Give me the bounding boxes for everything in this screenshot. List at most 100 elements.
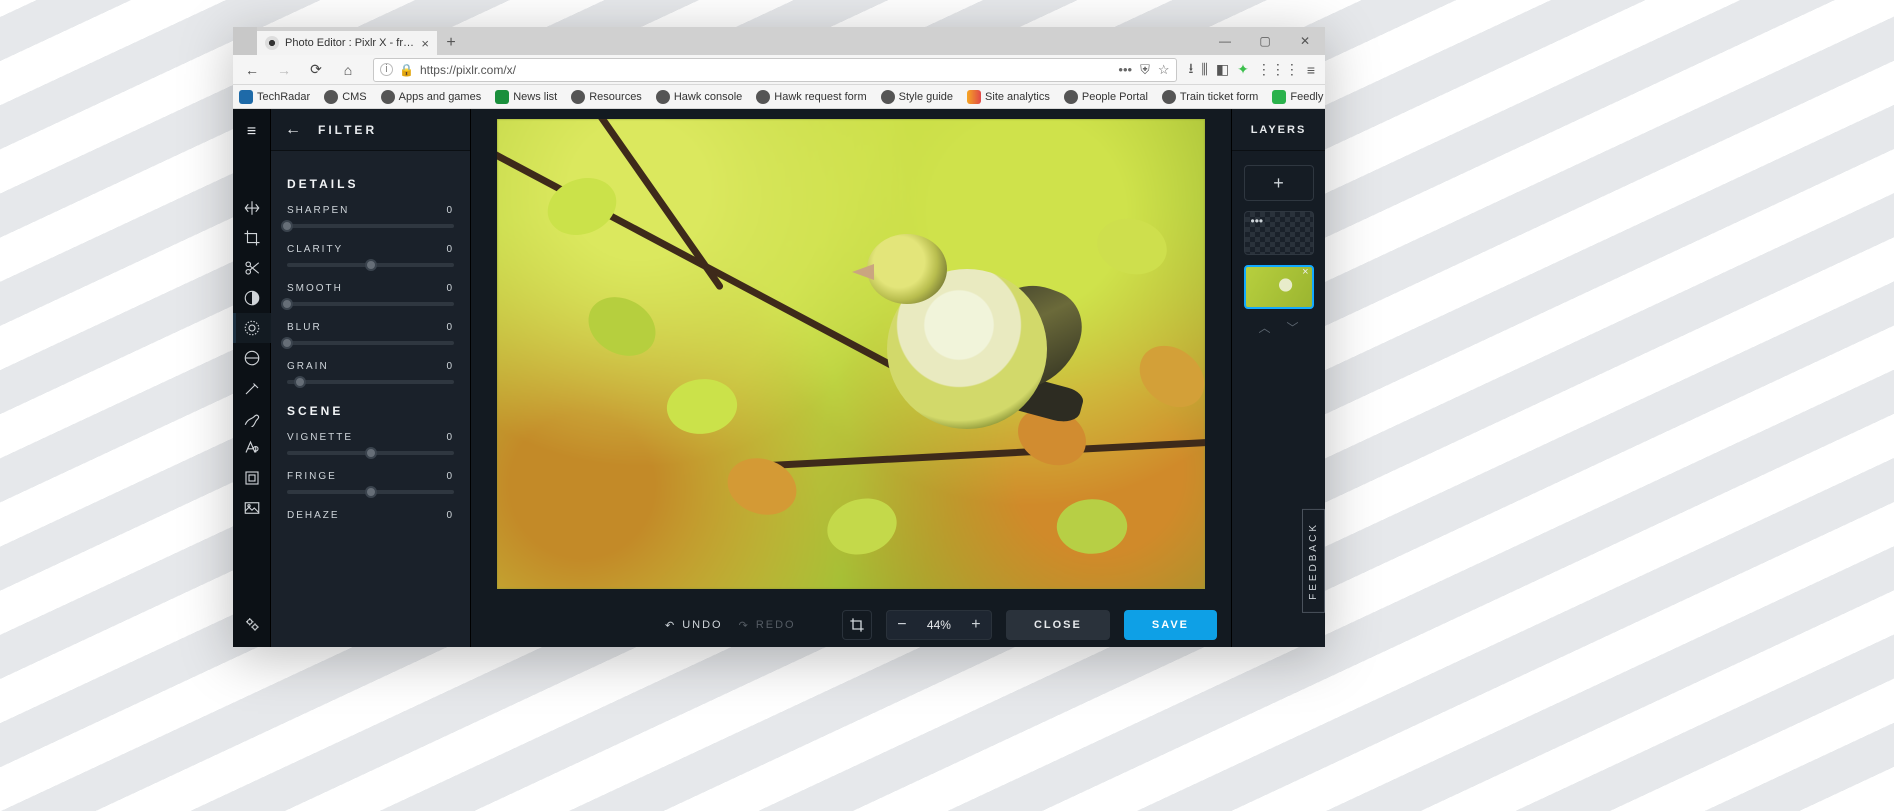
bookmark-cms[interactable]: CMS bbox=[324, 90, 366, 104]
nav-forward-button[interactable]: → bbox=[271, 57, 297, 83]
lock-icon: 🔒 bbox=[399, 63, 414, 77]
nav-back-button[interactable]: ← bbox=[239, 57, 265, 83]
browser-nav-bar: ← → ⟳ ⌂ i 🔒 https://pixlr.com/x/ ••• ⛨ ☆… bbox=[233, 55, 1325, 85]
dehaze-value: 0 bbox=[446, 510, 454, 521]
window-close-button[interactable]: ✕ bbox=[1285, 27, 1325, 55]
sharpen-label: SHARPEN bbox=[287, 205, 349, 216]
canvas-stage[interactable] bbox=[471, 109, 1231, 603]
url-right-icons: ••• ⛨ ☆ bbox=[1118, 62, 1169, 78]
clarity-thumb[interactable] bbox=[365, 259, 377, 271]
effect-tool-icon[interactable] bbox=[233, 343, 271, 373]
fringe-label: FRINGE bbox=[287, 471, 337, 482]
blur-thumb[interactable] bbox=[281, 337, 293, 349]
undo-button[interactable]: ↶UNDO bbox=[665, 619, 723, 632]
fringe-slider[interactable]: FRINGE 0 bbox=[287, 471, 454, 494]
clarity-label: CLARITY bbox=[287, 244, 343, 255]
nav-reload-button[interactable]: ⟳ bbox=[303, 57, 329, 83]
downloads-icon[interactable]: ⭳ bbox=[1189, 58, 1194, 82]
bookmark-apps-and-games[interactable]: Apps and games bbox=[381, 90, 482, 104]
reader-icon[interactable]: ⛨ bbox=[1140, 62, 1150, 78]
zoom-control: − 44% + bbox=[886, 610, 992, 640]
bookmark-techradar[interactable]: TechRadar bbox=[239, 90, 310, 104]
grid-ext-icon[interactable]: ⋮⋮⋮ bbox=[1257, 61, 1299, 78]
fringe-value: 0 bbox=[446, 471, 454, 482]
liquify-tool-icon[interactable] bbox=[233, 373, 271, 403]
toolbar-right: ⭳ ⫼ ◧ ✦ ⋮⋮⋮ ≡ bbox=[1189, 58, 1320, 82]
feedback-button[interactable]: FEEDBACK bbox=[1302, 509, 1325, 613]
preferences-icon[interactable] bbox=[233, 609, 271, 639]
zoom-in-button[interactable]: + bbox=[961, 610, 991, 640]
bookmark-news-list[interactable]: News list bbox=[495, 90, 557, 104]
fit-screen-button[interactable] bbox=[842, 610, 872, 640]
element-tool-icon[interactable] bbox=[233, 463, 271, 493]
url-bar[interactable]: i 🔒 https://pixlr.com/x/ ••• ⛨ ☆ bbox=[373, 58, 1177, 82]
window-controls: — ▢ ✕ bbox=[1205, 27, 1325, 55]
layer-thumb-image[interactable] bbox=[1244, 265, 1314, 309]
sharpen-slider[interactable]: SHARPEN0 bbox=[287, 205, 454, 228]
zoom-out-button[interactable]: − bbox=[887, 610, 917, 640]
layer-up-icon[interactable]: ︿ bbox=[1258, 319, 1270, 336]
bookmark-site-analytics[interactable]: Site analytics bbox=[967, 90, 1050, 104]
filter-back-button[interactable]: ← bbox=[285, 121, 304, 139]
smooth-label: SMOOTH bbox=[287, 283, 343, 294]
browser-tab[interactable]: Photo Editor : Pixlr X - free im… × bbox=[257, 31, 437, 55]
filter-tool-icon[interactable] bbox=[233, 313, 271, 343]
draw-tool-icon[interactable] bbox=[233, 403, 271, 433]
add-layer-button[interactable]: + bbox=[1244, 165, 1314, 201]
dehaze-slider[interactable]: DEHAZE0 bbox=[287, 510, 454, 521]
crop-tool-icon[interactable] bbox=[233, 223, 271, 253]
bookmark-style-guide[interactable]: Style guide bbox=[881, 90, 953, 104]
canvas-image[interactable] bbox=[497, 119, 1205, 589]
grain-thumb[interactable] bbox=[294, 376, 306, 388]
layer-down-icon[interactable]: ﹀ bbox=[1287, 319, 1299, 336]
arrange-tool-icon[interactable] bbox=[233, 193, 271, 223]
adjust-tool-icon[interactable] bbox=[233, 283, 271, 313]
tab-strip: Photo Editor : Pixlr X - free im… × + — … bbox=[233, 27, 1325, 55]
vignette-slider[interactable]: VIGNETTE0 bbox=[287, 432, 454, 455]
layer-thumb-empty[interactable] bbox=[1244, 211, 1314, 255]
pixlr-app: ≡ ← FILTER DETAILS SHARPEN0 bbox=[233, 109, 1325, 647]
undo-icon: ↶ bbox=[665, 619, 676, 632]
bookmark-resources[interactable]: Resources bbox=[571, 90, 642, 104]
bookmark-train-ticket[interactable]: Train ticket form bbox=[1162, 90, 1258, 104]
app-menu-icon[interactable]: ≡ bbox=[1307, 62, 1315, 78]
smooth-thumb[interactable] bbox=[281, 298, 293, 310]
sidebar-icon[interactable]: ◧ bbox=[1216, 61, 1229, 78]
site-info-icon[interactable]: i bbox=[380, 63, 393, 76]
scene-section-title: SCENE bbox=[287, 404, 454, 418]
page-actions-icon[interactable]: ••• bbox=[1118, 62, 1132, 78]
bookmark-hawk-request[interactable]: Hawk request form bbox=[756, 90, 866, 104]
new-tab-button[interactable]: + bbox=[437, 31, 465, 55]
extension-icon[interactable]: ✦ bbox=[1237, 61, 1249, 78]
fringe-thumb[interactable] bbox=[365, 486, 377, 498]
redo-button[interactable]: ↷REDO bbox=[739, 619, 796, 632]
bookmark-star-icon[interactable]: ☆ bbox=[1158, 62, 1170, 78]
bookmark-people-portal[interactable]: People Portal bbox=[1064, 90, 1148, 104]
blur-slider[interactable]: BLUR0 bbox=[287, 322, 454, 345]
tab-favicon-icon bbox=[265, 36, 279, 50]
vignette-thumb[interactable] bbox=[365, 447, 377, 459]
tab-close-icon[interactable]: × bbox=[421, 36, 429, 51]
smooth-slider[interactable]: SMOOTH0 bbox=[287, 283, 454, 306]
text-tool-icon[interactable] bbox=[233, 433, 271, 463]
clarity-slider[interactable]: CLARITY0 bbox=[287, 244, 454, 267]
close-button[interactable]: CLOSE bbox=[1006, 610, 1110, 640]
library-icon[interactable]: ⫼ bbox=[1201, 61, 1207, 78]
window-minimize-button[interactable]: — bbox=[1205, 27, 1245, 55]
grain-slider[interactable]: GRAIN0 bbox=[287, 361, 454, 384]
filter-panel: ← FILTER DETAILS SHARPEN0 CLARITY0 SMOOT… bbox=[271, 109, 471, 647]
image-tool-icon[interactable] bbox=[233, 493, 271, 523]
save-button[interactable]: SAVE bbox=[1124, 610, 1217, 640]
sharpen-thumb[interactable] bbox=[281, 220, 293, 232]
window-maximize-button[interactable]: ▢ bbox=[1245, 27, 1285, 55]
bookmarks-bar: TechRadar CMS Apps and games News list R… bbox=[233, 85, 1325, 109]
bookmark-hawk-console[interactable]: Hawk console bbox=[656, 90, 742, 104]
nav-home-button[interactable]: ⌂ bbox=[335, 57, 361, 83]
hamburger-menu-icon[interactable]: ≡ bbox=[247, 117, 256, 159]
grain-value: 0 bbox=[446, 361, 454, 372]
bookmark-feedly[interactable]: Feedly bbox=[1272, 90, 1323, 104]
cutout-tool-icon[interactable] bbox=[233, 253, 271, 283]
filter-body: DETAILS SHARPEN0 CLARITY0 SMOOTH0 BLUR0 bbox=[271, 151, 470, 647]
tool-rail: ≡ bbox=[233, 109, 271, 647]
canvas-area: ↶UNDO ↷REDO − 44% + CLOSE SAVE bbox=[471, 109, 1231, 647]
